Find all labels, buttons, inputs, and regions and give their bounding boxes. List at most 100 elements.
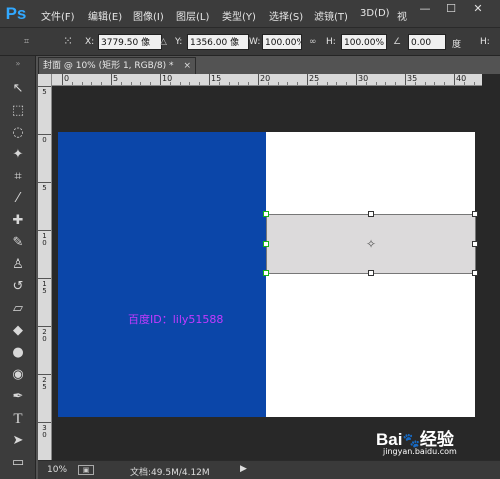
- ruler-label: 1 0: [42, 232, 47, 247]
- ruler-tick: [454, 74, 455, 85]
- transform-handle-top-left[interactable]: [263, 211, 269, 217]
- status-menu-arrow-icon[interactable]: ▶: [240, 464, 247, 474]
- transform-handle-right[interactable]: [472, 241, 478, 247]
- ruler-label: 1 5: [42, 280, 47, 295]
- ruler-tick: [62, 74, 63, 85]
- ruler-minor-tick: [228, 82, 230, 85]
- document-tab-title: 封面 @ 10% (矩形 1, RGB/8) *: [43, 61, 174, 71]
- ruler-label: 5: [113, 74, 119, 83]
- ruler-minor-tick: [287, 82, 289, 85]
- link-icon[interactable]: ∞: [309, 37, 317, 47]
- dodge-tool-icon[interactable]: ◉: [8, 366, 28, 384]
- canvas[interactable]: 百度ID：lily51588 ✧: [58, 132, 478, 417]
- ruler-minor-tick: [218, 82, 220, 85]
- menu-type[interactable]: 类型(Y): [222, 8, 256, 23]
- ruler-minor-tick: [365, 82, 367, 85]
- menu-edit[interactable]: 编辑(E): [88, 8, 122, 23]
- width-field[interactable]: 100.00%: [262, 34, 302, 50]
- ruler-label: 3 0: [42, 424, 47, 439]
- ruler-minor-tick: [199, 82, 201, 85]
- move-tool-icon[interactable]: ↖: [8, 80, 28, 98]
- eraser-tool-icon[interactable]: ▱: [8, 300, 28, 318]
- ruler-label: 0: [42, 136, 47, 144]
- reference-point-icon[interactable]: ⁙: [63, 34, 73, 48]
- eyedropper-tool-icon[interactable]: ⁄: [8, 190, 28, 208]
- healing-brush-tool-icon[interactable]: ✚: [8, 212, 28, 230]
- blur-tool-icon[interactable]: ●: [8, 344, 28, 362]
- ruler-minor-tick: [140, 82, 142, 85]
- minimize-button[interactable]: —: [413, 0, 437, 18]
- clone-stamp-tool-icon[interactable]: ♙: [8, 256, 28, 274]
- ruler-tick: [38, 374, 51, 375]
- x-position-field[interactable]: 3779.50 像: [98, 34, 162, 50]
- magic-wand-tool-icon[interactable]: ✦: [8, 146, 28, 164]
- ruler-minor-tick: [297, 82, 299, 85]
- ruler-minor-tick: [473, 82, 475, 85]
- brush-tool-icon[interactable]: ✎: [8, 234, 28, 252]
- status-info-icon[interactable]: ▣: [78, 465, 94, 475]
- menu-image[interactable]: 图像(I): [133, 8, 164, 23]
- ruler-minor-tick: [316, 82, 318, 85]
- y-position-field[interactable]: 1356.00 像: [187, 34, 249, 50]
- ruler-minor-tick: [101, 82, 103, 85]
- tab-close-icon[interactable]: ×: [183, 58, 191, 74]
- shape-tool-icon[interactable]: ▭: [8, 454, 28, 472]
- w-label: W:: [249, 37, 261, 47]
- height-field[interactable]: 100.00%: [341, 34, 387, 50]
- ruler-minor-tick: [385, 82, 387, 85]
- marquee-tool-icon[interactable]: ⬚: [8, 102, 28, 120]
- zoom-level[interactable]: 10%: [47, 465, 67, 475]
- angle-icon: ∠: [393, 37, 402, 47]
- menu-view[interactable]: 视: [397, 8, 407, 23]
- watermark-text: 百度ID：lily51588: [128, 313, 224, 326]
- ruler-minor-tick: [444, 82, 446, 85]
- path-selection-tool-icon[interactable]: ➤: [8, 432, 28, 450]
- tools-panel: » ↖ ⬚ ◌ ✦ ⌗ ⁄ ✚ ✎ ♙ ↺ ▱ ◆ ● ◉ ✒ T ➤ ▭: [0, 56, 36, 479]
- baidu-paw-icon: 🐾: [402, 432, 420, 448]
- ruler-minor-tick: [336, 82, 338, 85]
- ruler-minor-tick: [326, 82, 328, 85]
- h-skew-label: H:: [480, 37, 490, 47]
- document-size-info: 文档:49.5M/4.12M: [130, 468, 210, 478]
- relative-position-icon[interactable]: △: [160, 37, 167, 47]
- ruler-minor-tick: [414, 82, 416, 85]
- ruler-minor-tick: [424, 82, 426, 85]
- transform-handle-bottom-right[interactable]: [472, 270, 478, 276]
- pen-tool-icon[interactable]: ✒: [8, 388, 28, 406]
- transform-handle-left[interactable]: [263, 241, 269, 247]
- crop-tool-icon[interactable]: ⌗: [8, 168, 28, 186]
- document-tab[interactable]: 封面 @ 10% (矩形 1, RGB/8) * ×: [38, 57, 196, 74]
- transform-preset-icon[interactable]: ⌗: [24, 37, 29, 47]
- lasso-tool-icon[interactable]: ◌: [8, 124, 28, 142]
- ruler-minor-tick: [91, 82, 93, 85]
- type-tool-icon[interactable]: T: [8, 410, 28, 428]
- ruler-tick: [38, 86, 51, 87]
- transform-handle-bottom-left[interactable]: [263, 270, 269, 276]
- ruler-tick: [405, 74, 406, 85]
- selected-rectangle-shape[interactable]: ✧: [263, 211, 478, 276]
- close-button[interactable]: ✕: [466, 0, 490, 18]
- transform-handle-top-right[interactable]: [472, 211, 478, 217]
- menu-filter[interactable]: 滤镜(T): [314, 8, 348, 23]
- maximize-button[interactable]: ☐: [439, 0, 463, 18]
- ruler-tick: [38, 182, 51, 183]
- panel-collapse-icon[interactable]: »: [8, 60, 28, 68]
- history-brush-tool-icon[interactable]: ↺: [8, 278, 28, 296]
- angle-field[interactable]: 0.00: [408, 34, 446, 50]
- blue-rectangle-layer[interactable]: [58, 132, 266, 417]
- menu-layer[interactable]: 图层(L): [176, 8, 209, 23]
- ruler-tick: [160, 74, 161, 85]
- menu-select[interactable]: 选择(S): [269, 8, 303, 23]
- ruler-minor-tick: [238, 82, 240, 85]
- transform-handle-bottom[interactable]: [368, 270, 374, 276]
- menu-file[interactable]: 文件(F): [41, 8, 75, 23]
- angle-unit: 度: [452, 40, 462, 50]
- ruler-minor-tick: [346, 82, 348, 85]
- transform-center-icon[interactable]: ✧: [366, 237, 376, 251]
- menu-3d[interactable]: 3D(D): [360, 8, 390, 19]
- ruler-tick: [258, 74, 259, 85]
- transform-handle-top[interactable]: [368, 211, 374, 217]
- paint-bucket-tool-icon[interactable]: ◆: [8, 322, 28, 340]
- ruler-minor-tick: [395, 82, 397, 85]
- ruler-minor-tick: [179, 82, 181, 85]
